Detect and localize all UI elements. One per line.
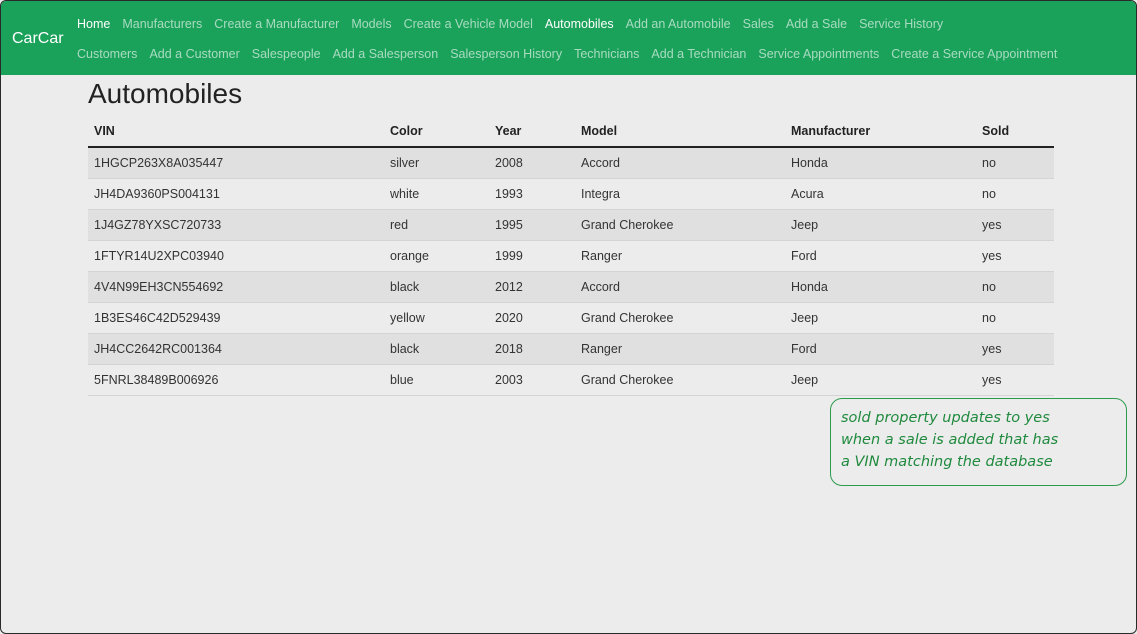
column-header-model: Model [575,116,785,148]
cell-color: red [384,209,489,241]
cell-model: Integra [575,178,785,210]
cell-color: black [384,333,489,365]
table-row: JH4CC2642RC001364 black 2018 Ranger Ford yes [88,333,1054,365]
annotation-callout: sold property updates to yes when a sale … [830,398,1127,486]
page-title: Automobiles [88,78,243,109]
nav-link-models[interactable]: Models [351,16,391,32]
cell-sold: no [976,271,1054,303]
nav-link-automobiles[interactable]: Automobiles [545,16,614,32]
column-header-color: Color [384,116,489,148]
cell-model: Grand Cherokee [575,364,785,396]
cell-year: 1995 [489,209,575,241]
nav-link-create-a-vehicle-model[interactable]: Create a Vehicle Model [404,16,533,32]
cell-model: Ranger [575,333,785,365]
nav-link-service-history[interactable]: Service History [859,16,943,32]
cell-sold: yes [976,333,1054,365]
cell-manufacturer: Jeep [785,302,976,334]
cell-vin: 1HGCP263X8A035447 [88,147,384,179]
cell-year: 2020 [489,302,575,334]
cell-year: 1993 [489,178,575,210]
cell-model: Accord [575,271,785,303]
cell-sold: no [976,147,1054,179]
nav-link-create-a-manufacturer[interactable]: Create a Manufacturer [214,16,339,32]
cell-vin: 4V4N99EH3CN554692 [88,271,384,303]
annotation-line: a VIN matching the database [841,454,1053,470]
table-row: 1HGCP263X8A035447 silver 2008 Accord Honda no [88,147,1054,179]
column-header-manufacturer: Manufacturer [785,116,976,148]
browser-viewport: CarCar Home Manufacturers Create a Manufac… [0,0,1137,634]
cell-model: Accord [575,147,785,179]
cell-sold: no [976,178,1054,210]
cell-manufacturer: Acura [785,178,976,210]
nav-link-create-a-service-appointment[interactable]: Create a Service Appointment [891,46,1057,62]
nav-link-manufacturers[interactable]: Manufacturers [122,16,202,32]
nav-link-salesperson-history[interactable]: Salesperson History [450,46,562,62]
column-header-sold: Sold [976,116,1054,148]
cell-model: Ranger [575,240,785,272]
table-header-row: VIN Color Year Model Manufacturer Sold [88,116,1054,148]
table-row: JH4DA9360PS004131 white 1993 Integra Acura no [88,178,1054,210]
cell-model: Grand Cherokee [575,302,785,334]
nav-link-add-a-salesperson[interactable]: Add a Salesperson [333,46,439,62]
nav-link-customers[interactable]: Customers [77,46,137,62]
nav-row-secondary: Customers Add a Customer Salespeople Add a … [77,46,1057,62]
cell-year: 2003 [489,364,575,396]
column-header-vin: VIN [88,116,384,148]
nav-link-add-an-automobile[interactable]: Add an Automobile [626,16,731,32]
cell-manufacturer: Honda [785,271,976,303]
cell-year: 2008 [489,147,575,179]
table-row: 4V4N99EH3CN554692 black 2012 Accord Honda no [88,271,1054,303]
cell-color: black [384,271,489,303]
cell-year: 2018 [489,333,575,365]
nav-link-technicians[interactable]: Technicians [574,46,639,62]
nav-link-salespeople[interactable]: Salespeople [252,46,321,62]
cell-year: 2012 [489,271,575,303]
cell-manufacturer: Jeep [785,364,976,396]
cell-manufacturer: Jeep [785,209,976,241]
nav-row-primary: Home Manufacturers Create a Manufacturer Mo… [77,16,943,32]
cell-vin: 1J4GZ78YXSC720733 [88,209,384,241]
cell-color: orange [384,240,489,272]
automobiles-table: VIN Color Year Model Manufacturer Sold 1… [88,116,1054,396]
column-header-year: Year [489,116,575,148]
cell-sold: no [976,302,1054,334]
cell-vin: JH4DA9360PS004131 [88,178,384,210]
cell-vin: 1FTYR14U2XPC03940 [88,240,384,272]
cell-year: 1999 [489,240,575,272]
cell-manufacturer: Honda [785,147,976,179]
nav-link-add-a-technician[interactable]: Add a Technician [651,46,746,62]
top-navbar: CarCar Home Manufacturers Create a Manufac… [1,1,1136,75]
cell-vin: JH4CC2642RC001364 [88,333,384,365]
cell-manufacturer: Ford [785,240,976,272]
cell-vin: 5FNRL38489B006926 [88,364,384,396]
cell-sold: yes [976,209,1054,241]
cell-manufacturer: Ford [785,333,976,365]
cell-color: silver [384,147,489,179]
cell-color: white [384,178,489,210]
cell-color: blue [384,364,489,396]
annotation-line: sold property updates to yes [841,410,1050,426]
table-row: 1B3ES46C42D529439 yellow 2020 Grand Cheroke… [88,302,1054,334]
cell-vin: 1B3ES46C42D529439 [88,302,384,334]
table-row: 1J4GZ78YXSC720733 red 1995 Grand Cherokee Je… [88,209,1054,241]
nav-link-add-a-customer[interactable]: Add a Customer [149,46,239,62]
brand-link[interactable]: CarCar [12,29,64,49]
annotation-line: when a sale is added that has [841,432,1059,448]
table-row: 5FNRL38489B006926 blue 2003 Grand Cherokee J… [88,364,1054,396]
nav-link-add-a-sale[interactable]: Add a Sale [786,16,847,32]
cell-sold: yes [976,364,1054,396]
nav-link-home[interactable]: Home [77,16,110,32]
table-row: 1FTYR14U2XPC03940 orange 1999 Ranger Ford yes [88,240,1054,272]
cell-sold: yes [976,240,1054,272]
cell-color: yellow [384,302,489,334]
table-body: 1HGCP263X8A035447 silver 2008 Accord Honda no… [88,147,1054,396]
cell-model: Grand Cherokee [575,209,785,241]
nav-link-service-appointments[interactable]: Service Appointments [758,46,879,62]
nav-link-sales[interactable]: Sales [743,16,774,32]
